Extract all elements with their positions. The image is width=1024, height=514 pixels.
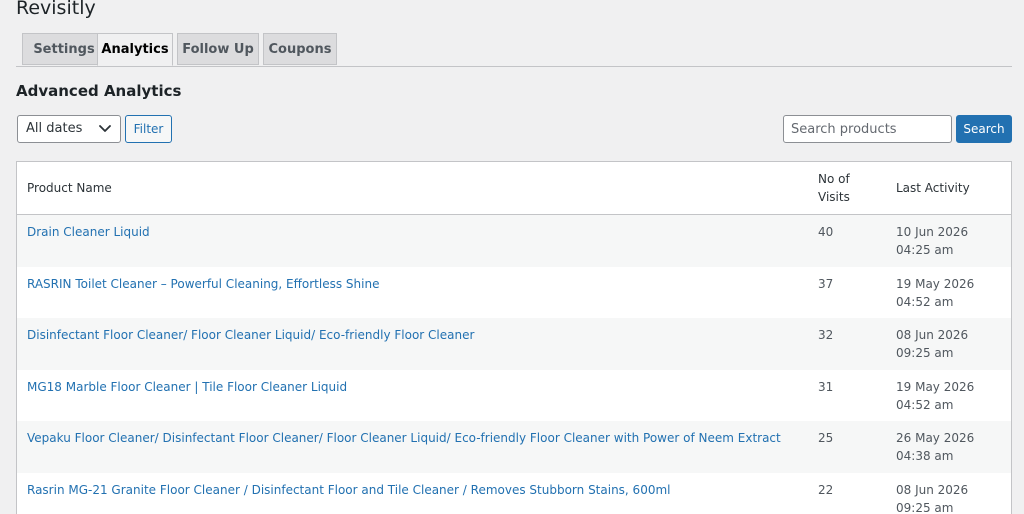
nav-tabs: Settings Analytics Follow Up Coupons (16, 33, 1012, 67)
product-link[interactable]: Vepaku Floor Cleaner/ Disinfectant Floor… (27, 429, 781, 447)
revisitly-admin-page: Revisitly Settings Analytics Follow Up C… (0, 0, 1024, 514)
column-header-product-name[interactable]: Product Name (27, 179, 112, 197)
product-link[interactable]: RASRIN Toilet Cleaner – Powerful Cleanin… (27, 275, 379, 293)
last-activity: 10 Jun 2026 04:25 am (896, 225, 969, 257)
table-row: RASRIN Toilet Cleaner – Powerful Cleanin… (17, 266, 1011, 318)
section-title: Advanced Analytics (16, 82, 182, 100)
visit-count: 31 (818, 379, 834, 394)
table-header: Product Name No of Visits Last Activity (17, 162, 1011, 215)
table-row: Vepaku Floor Cleaner/ Disinfectant Floor… (17, 421, 1011, 473)
last-activity: 08 Jun 2026 09:25 am (896, 328, 969, 360)
analytics-table: Product Name No of Visits Last Activity … (16, 161, 1012, 514)
visit-count: 25 (818, 431, 834, 445)
tab-analytics[interactable]: Analytics (97, 33, 173, 66)
last-activity: 26 May 2026 04:38 am (896, 431, 975, 463)
product-link[interactable]: Disinfectant Floor Cleaner/ Floor Cleane… (27, 326, 474, 344)
table-row: Disinfectant Floor Cleaner/ Floor Cleane… (17, 318, 1011, 370)
last-activity: 08 Jun 2026 09:25 am (896, 482, 969, 514)
app-title: Revisitly (16, 0, 96, 19)
visit-count: 40 (818, 225, 834, 239)
tab-settings[interactable]: Settings (22, 33, 106, 65)
chevron-down-icon (98, 116, 112, 142)
column-header-last-activity[interactable]: Last Activity (896, 179, 970, 197)
visit-count: 32 (818, 328, 834, 342)
visit-count: 37 (818, 276, 834, 291)
table-row: MG18 Marble Floor Cleaner | Tile Floor C… (17, 369, 1011, 421)
column-header-visits[interactable]: No of Visits (818, 170, 878, 206)
date-filter-select[interactable]: All dates (17, 115, 121, 143)
product-link[interactable]: Drain Cleaner Liquid (27, 223, 150, 241)
table-row: Drain Cleaner Liquid 40 10 Jun 2026 04:2… (17, 215, 1011, 267)
search-button[interactable]: Search (956, 115, 1012, 143)
product-link[interactable]: MG18 Marble Floor Cleaner | Tile Floor C… (27, 378, 347, 396)
table-row: Rasrin MG-21 Granite Floor Cleaner / Dis… (17, 472, 1011, 514)
product-link[interactable]: Rasrin MG-21 Granite Floor Cleaner / Dis… (27, 481, 671, 499)
tab-coupons[interactable]: Coupons (263, 33, 337, 65)
search-products-input[interactable] (783, 115, 952, 143)
date-filter-value: All dates (26, 121, 83, 136)
last-activity: 19 May 2026 04:52 am (896, 379, 975, 412)
visit-count: 22 (818, 482, 834, 497)
tab-follow-up[interactable]: Follow Up (177, 33, 259, 65)
last-activity: 19 May 2026 04:52 am (896, 276, 975, 309)
filter-button[interactable]: Filter (125, 115, 172, 143)
